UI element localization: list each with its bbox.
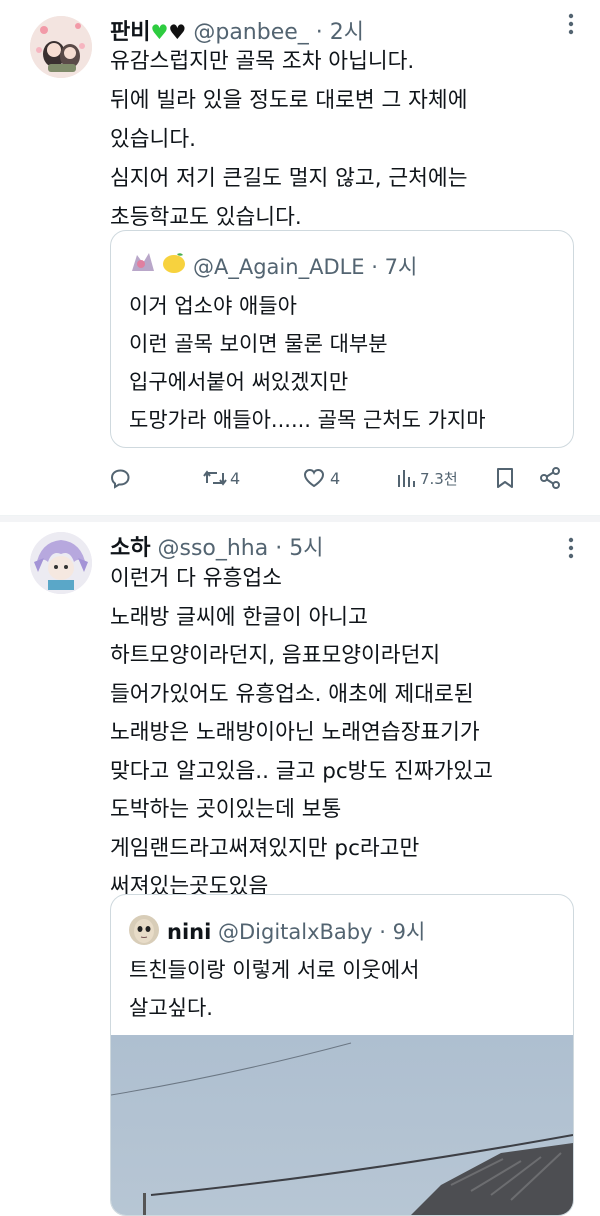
timestamp[interactable]: · 5시 [275, 536, 323, 561]
bookmark-icon [497, 468, 513, 488]
like-button[interactable]: 4 [302, 458, 340, 498]
text-line: 이런거 다 유흥업소 [110, 566, 282, 591]
quote-header: nini @DigitalxBaby · 9시 [167, 916, 425, 946]
text-line: 게임랜드라고써져있지만 pc라고만 [110, 835, 420, 861]
text-line: 도박하는 곳이있는데 보통 [110, 797, 342, 822]
quote-line: 도망가라 애들아...... 골목 근처도 가지마 [129, 408, 486, 432]
quote-text: 이거 업소야 애들아 이런 골목 보이면 물론 대부분 입구에서붙어 써있겠지만… [129, 287, 486, 439]
text-line: 하트모양이라던지, 음표모양이라던지 [110, 643, 441, 668]
quote-timestamp[interactable]: · 9시 [379, 920, 425, 944]
street-photo-image [111, 1035, 573, 1215]
share-button[interactable] [538, 458, 562, 498]
quote-line: 입구에서붙어 써있겠지만 [129, 370, 349, 394]
more-options-icon[interactable] [568, 536, 574, 565]
quoted-tweet[interactable]: @A_Again_ADLE · 7시 이거 업소야 애들아 이런 골목 보이면 … [110, 230, 574, 448]
quote-header: @A_Again_ADLE · 7시 [193, 251, 417, 281]
quote-line: 살고싶다. [129, 996, 213, 1020]
tweet-2[interactable]: 소하 @sso_hha · 5시 이런거 다 유흥업소 노래방 글씨에 한글이 … [0, 522, 600, 1216]
retweet-button[interactable]: 4 [202, 458, 240, 498]
tweet-1-text: 유감스럽지만 골목 조차 아닙니다. 뒤에 빌라 있을 정도로 대로변 그 자체… [110, 42, 468, 237]
text-line: 뒤에 빌라 있을 정도로 대로변 그 자체에 [110, 88, 468, 113]
tweet-2-header: 소하 @sso_hha · 5시 [110, 530, 323, 562]
views-button[interactable]: 7.3천 [396, 458, 458, 498]
text-line: 심지어 저기 큰길도 멀지 않고, 근처에는 [110, 166, 468, 191]
quote-handle[interactable]: @A_Again_ADLE [193, 255, 365, 279]
quote-line: 이런 골목 보이면 물론 대부분 [129, 332, 388, 356]
avatar-panbee[interactable] [30, 16, 92, 78]
quote-handle[interactable]: @DigitalxBaby [218, 920, 373, 944]
quote-line: 트친들이랑 이렇게 서로 이웃에서 [129, 958, 420, 982]
black-heart-icon: ♥ [168, 20, 187, 44]
quote-timestamp[interactable]: · 7시 [371, 255, 417, 279]
bookmark-button[interactable] [494, 458, 516, 498]
more-options-icon[interactable] [568, 12, 574, 41]
quote-photo[interactable] [111, 1035, 573, 1215]
text-line: 맞다고 알고있음.. 글고 pc방도 진짜가있고 [110, 758, 493, 784]
user-handle[interactable]: @sso_hha [157, 536, 268, 561]
quote-avatar[interactable] [129, 915, 159, 945]
retweet-count: 4 [230, 468, 241, 488]
text-line: 유감스럽지만 골목 조차 아닙니다. [110, 49, 415, 74]
tweet-2-text: 이런거 다 유흥업소 노래방 글씨에 한글이 아니고 하트모양이라던지, 음표모… [110, 560, 493, 907]
views-icon [398, 470, 415, 487]
quote-line: 이거 업소야 애들아 [129, 294, 297, 318]
quoted-tweet[interactable]: nini @DigitalxBaby · 9시 트친들이랑 이렇게 서로 이웃에… [110, 894, 574, 1216]
retweet-icon [203, 470, 227, 486]
avatar-image [30, 16, 92, 78]
tweet-1[interactable]: 판비♥♥ @panbee_ · 2시 유감스럽지만 골목 조차 아닙니다. 뒤에… [0, 0, 600, 510]
quote-display-name[interactable]: nini [167, 920, 211, 944]
quote-text: 트친들이랑 이렇게 서로 이웃에서 살고싶다. [129, 951, 420, 1027]
text-line: 있습니다. [110, 127, 196, 152]
reply-button[interactable] [108, 458, 132, 498]
green-heart-icon: ♥ [150, 20, 169, 44]
share-icon [540, 467, 560, 489]
display-name[interactable]: 소하 [110, 536, 150, 561]
view-count: 7.3천 [420, 469, 458, 488]
text-line: 노래방 글씨에 한글이 아니고 [110, 604, 368, 630]
quote-avatar-icon[interactable] [129, 249, 157, 277]
text-line: 들어가있어도 유흥업소. 애초에 제대로된 [110, 681, 474, 707]
reply-icon [110, 469, 130, 489]
heart-icon [303, 468, 325, 488]
face-avatar-icon [129, 915, 159, 945]
text-line: 노래방은 노래방이아닌 노래연습장표기가 [110, 720, 480, 745]
like-count: 4 [330, 468, 341, 488]
lemon-icon [161, 251, 187, 275]
tweet-1-actions: 4 4 7.3천 [0, 458, 600, 498]
avatar-sso-hha[interactable] [30, 532, 92, 594]
avatar-image [30, 532, 92, 594]
